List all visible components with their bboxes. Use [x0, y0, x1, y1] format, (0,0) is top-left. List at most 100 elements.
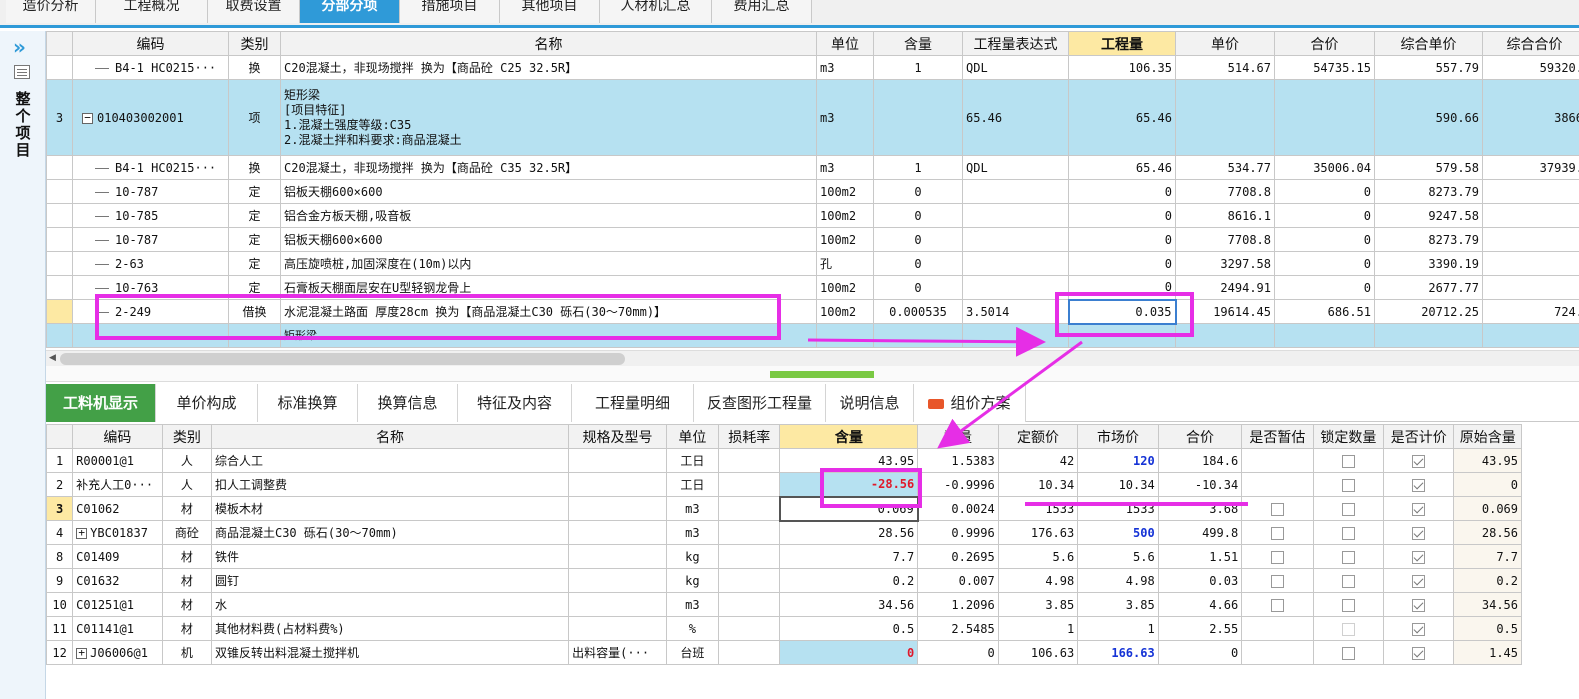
- row-qty[interactable]: 0.2: [779, 568, 919, 593]
- row-unit[interactable]: m3: [665, 496, 720, 521]
- tab-standard-conversion[interactable]: 标准换算: [258, 384, 358, 422]
- row-type[interactable]: 换: [228, 55, 281, 80]
- row-qty[interactable]: [873, 79, 963, 156]
- row-type[interactable]: 材: [161, 568, 212, 593]
- resource-row[interactable]: 8 C01409 材铁件 kg 7.7 0.2695 5.6 5.6 1.51 7.7: [45, 544, 1522, 569]
- row-price[interactable]: 7708.8: [1175, 227, 1275, 252]
- table-row[interactable]: B4-1 HC0215··· 换 C20混凝土，非现场搅拌 换为【商品砼 C35…: [46, 155, 1579, 180]
- row-mprice[interactable]: 1: [1077, 616, 1159, 641]
- resource-row[interactable]: 9 C01632 材圆钉 kg 0.2 0.007 4.98 4.98 0.03 0.2: [45, 568, 1522, 593]
- table-row[interactable]: 2-63 定 高压旋喷桩,加固深度在(10m)以内 孔 0 0 3297.58 …: [46, 251, 1579, 276]
- row-price[interactable]: 2494.91: [1175, 275, 1275, 300]
- header-qty[interactable]: 含量: [779, 424, 919, 449]
- row-dprice[interactable]: 5.6: [997, 544, 1079, 569]
- row-type[interactable]: 材: [161, 544, 212, 569]
- row-unit[interactable]: m3: [816, 79, 874, 156]
- row-code[interactable]: 10-785: [72, 203, 229, 228]
- expand-icon[interactable]: +: [76, 527, 88, 539]
- row-name[interactable]: 石膏板天棚面层安在U型轻钢龙骨上: [280, 275, 817, 300]
- row-price[interactable]: 19614.45: [1175, 299, 1275, 324]
- row-code[interactable]: + YBC01837: [72, 520, 163, 545]
- row-orig[interactable]: 0.069: [1453, 496, 1522, 521]
- header-priced[interactable]: 是否计价: [1383, 424, 1455, 449]
- row-name[interactable]: 圆钉: [210, 568, 570, 593]
- row-priced-checkbox[interactable]: [1383, 472, 1455, 497]
- row-code[interactable]: 10-787: [72, 179, 229, 204]
- row-lock-checkbox[interactable]: [1312, 520, 1385, 545]
- row-spec[interactable]: [568, 592, 667, 617]
- row-expr[interactable]: QDL: [962, 55, 1069, 80]
- row-amount[interactable]: 65.46: [1068, 79, 1176, 156]
- row-spec[interactable]: [568, 496, 667, 521]
- row-lock-checkbox[interactable]: [1312, 568, 1385, 593]
- row-comp-total[interactable]: [1482, 203, 1579, 228]
- table-row[interactable]: 10-787 定 铝板天棚600×600 100m2 0 0 7708.8 0 …: [46, 179, 1579, 204]
- row-qty[interactable]: 0: [873, 179, 963, 204]
- row-mprice[interactable]: 500: [1077, 520, 1159, 545]
- table-row-current[interactable]: 2-249 借换 水泥混凝土路面 厚度28cm 换为【商品混凝土C30 砾石(3…: [46, 298, 1579, 325]
- row-unit[interactable]: %: [665, 616, 720, 641]
- row-provisional-checkbox[interactable]: [1241, 496, 1314, 521]
- row-type[interactable]: 材: [161, 616, 212, 641]
- row-total[interactable]: 0: [1274, 203, 1375, 228]
- row-num[interactable]: 1.2096: [917, 592, 999, 617]
- row-dprice[interactable]: 1: [997, 616, 1079, 641]
- row-total[interactable]: 0: [1274, 275, 1375, 300]
- row-total[interactable]: 0: [1274, 227, 1375, 252]
- row-comp-price[interactable]: 3390.19: [1374, 251, 1483, 276]
- scroll-left-icon[interactable]: ◀: [49, 353, 56, 363]
- row-expr[interactable]: 65.46: [962, 79, 1069, 156]
- row-code[interactable]: 补充人工0···: [72, 472, 163, 497]
- row-total[interactable]: 184.6: [1157, 448, 1243, 473]
- row-comp-total[interactable]: 3866: [1482, 79, 1579, 156]
- row-spec[interactable]: 出料容量(···: [568, 640, 667, 665]
- header-orig[interactable]: 原始含量: [1453, 424, 1522, 449]
- row-name[interactable]: 铁件: [210, 544, 570, 569]
- row-amount[interactable]: 106.35: [1068, 55, 1176, 80]
- row-unit[interactable]: 100m2: [816, 227, 874, 252]
- row-name[interactable]: 水: [210, 592, 570, 617]
- checkbox-unchecked[interactable]: [1341, 550, 1355, 564]
- row-type[interactable]: 定: [228, 203, 281, 228]
- row-name[interactable]: 矩形梁 [项目特征] 1.混凝土强度等级:C35 2.混凝土拌和料要求:商品混凝…: [280, 79, 817, 156]
- row-name[interactable]: C20混凝土，非现场搅拌 换为【商品砼 C35 32.5R】: [280, 155, 817, 180]
- row-mprice[interactable]: 166.63: [1077, 640, 1159, 665]
- row-provisional-checkbox[interactable]: [1241, 520, 1314, 545]
- row-orig[interactable]: 34.56: [1453, 592, 1522, 617]
- row-name[interactable]: 矩形梁: [280, 323, 817, 348]
- row-orig[interactable]: 0: [1453, 472, 1522, 497]
- row-provisional-checkbox[interactable]: [1241, 592, 1314, 617]
- row-type[interactable]: 商砼: [161, 520, 212, 545]
- row-amount[interactable]: 0: [1068, 251, 1176, 276]
- tab-itemized[interactable]: 分部分项: [300, 0, 400, 23]
- row-dprice[interactable]: 176.63: [997, 520, 1079, 545]
- row-unit[interactable]: m3: [665, 520, 720, 545]
- row-lock-checkbox[interactable]: [1312, 496, 1385, 521]
- expand-chevron-icon[interactable]: »: [13, 35, 26, 59]
- row-loss[interactable]: [718, 544, 781, 569]
- row-type[interactable]: 人: [161, 448, 212, 473]
- row-qty[interactable]: 1: [873, 55, 963, 80]
- row-lock-checkbox[interactable]: [1312, 544, 1385, 569]
- checkbox-unchecked[interactable]: [1270, 574, 1284, 588]
- scroll-thumb[interactable]: [60, 353, 625, 365]
- row-priced-checkbox[interactable]: [1383, 496, 1455, 521]
- resource-row[interactable]: 10 C01251@1 材水 m3 34.56 1.2096 3.85 3.85 4.66 34.…: [45, 592, 1522, 617]
- row-price[interactable]: [1175, 79, 1275, 156]
- row-priced-checkbox[interactable]: [1383, 568, 1455, 593]
- row-code[interactable]: −010403002001: [72, 79, 229, 156]
- row-comp-total[interactable]: 724.: [1482, 299, 1579, 324]
- tab-conversion-info[interactable]: 换算信息: [358, 384, 458, 422]
- row-name[interactable]: 铝板天棚600×600: [280, 227, 817, 252]
- row-type[interactable]: 定: [228, 251, 281, 276]
- checkbox-unchecked[interactable]: [1270, 550, 1284, 564]
- tab-resource-display[interactable]: 工料机显示: [46, 384, 156, 422]
- tab-fee-settings[interactable]: 取费设置: [208, 0, 300, 23]
- row-unit[interactable]: m3: [816, 55, 874, 80]
- tab-resource-summary[interactable]: 人材机汇总: [600, 0, 712, 23]
- table-row[interactable]: B4-1 HC0215··· 换 C20混凝土，非现场搅拌 换为【商品砼 C25…: [46, 55, 1579, 80]
- row-num[interactable]: 0.007: [917, 568, 999, 593]
- row-qty[interactable]: 0.5: [779, 616, 919, 641]
- row-expr[interactable]: [962, 323, 1069, 348]
- tab-fee-summary[interactable]: 费用汇总: [712, 0, 812, 23]
